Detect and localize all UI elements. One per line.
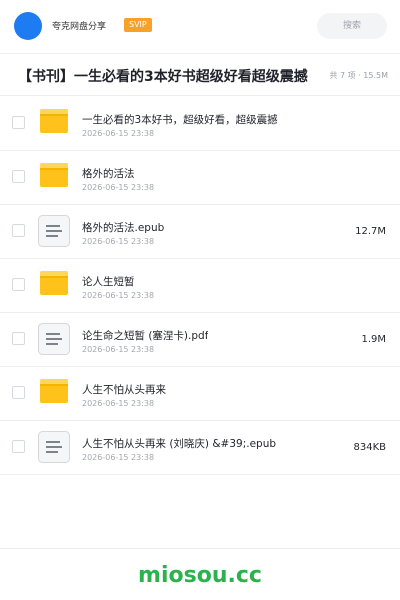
avatar[interactable] [14,12,42,40]
select-checkbox[interactable] [12,116,25,129]
app-name: 夸克网盘分享 [52,22,107,32]
file-date: 2026-06-15 23:38 [82,183,155,192]
file-date: 2026-06-15 23:38 [82,399,155,408]
document-icon [38,323,70,355]
select-checkbox[interactable] [12,440,25,453]
file-row[interactable]: 格外的活法 2026-06-15 23:38 [0,151,400,205]
file-size: 12.7M [355,226,386,237]
page-title: 【书刊】一生必看的3本好书超级好看超级震撼 [18,69,308,85]
select-checkbox[interactable] [12,278,25,291]
select-checkbox[interactable] [12,386,25,399]
file-name[interactable]: 人生不怕从头再来 (刘晓庆) &#39;.epub [82,436,276,451]
folder-icon [40,163,68,187]
folder-icon [40,379,68,403]
file-name[interactable]: 论生命之短暂 (塞涅卡).pdf [82,328,208,343]
select-checkbox[interactable] [12,170,25,183]
file-row[interactable]: 人生不怕从头再来 (刘晓庆) &#39;.epub 2026-06-15 23:… [0,421,400,475]
file-name[interactable]: 人生不怕从头再来 [82,382,166,397]
file-row[interactable]: 格外的活法.epub 2026-06-15 23:38 12.7M [0,205,400,259]
file-size: 1.9M [361,334,386,345]
select-checkbox[interactable] [12,224,25,237]
file-date: 2026-06-15 23:38 [82,345,155,354]
file-date: 2026-06-15 23:38 [82,291,155,300]
file-row[interactable]: 论人生短暂 2026-06-15 23:38 [0,259,400,313]
file-name[interactable]: 格外的活法.epub [82,220,164,235]
file-date: 2026-06-15 23:38 [82,237,155,246]
file-date: 2026-06-15 23:38 [82,453,155,462]
file-name[interactable]: 格外的活法 [82,166,135,181]
folder-meta: 共 7 项 · 15.5M [329,71,388,80]
svip-badge: SVIP [124,18,152,32]
site-watermark[interactable]: miosou.cc [0,563,400,588]
select-checkbox[interactable] [12,332,25,345]
file-size: 834KB [353,442,386,453]
file-row[interactable]: 论生命之短暂 (塞涅卡).pdf 2026-06-15 23:38 1.9M [0,313,400,367]
folder-icon [40,109,68,133]
file-row[interactable]: 一生必看的3本好书，超级好看，超级震撼 2026-06-15 23:38 [0,97,400,151]
file-list: 一生必看的3本好书，超级好看，超级震撼 2026-06-15 23:38 格外的… [0,97,400,475]
search-button[interactable]: 搜索 [317,13,387,39]
document-icon [38,431,70,463]
file-name[interactable]: 一生必看的3本好书，超级好看，超级震撼 [82,112,278,127]
file-name[interactable]: 论人生短暂 [82,274,135,289]
file-row[interactable]: 人生不怕从头再来 2026-06-15 23:38 [0,367,400,421]
folder-header: 【书刊】一生必看的3本好书超级好看超级震撼 共 7 项 · 15.5M [0,54,400,96]
folder-icon [40,271,68,295]
top-bar: 夸克网盘分享 SVIP 搜索 [0,0,400,54]
file-date: 2026-06-15 23:38 [82,129,155,138]
document-icon [38,215,70,247]
footer: miosou.cc [0,548,400,600]
